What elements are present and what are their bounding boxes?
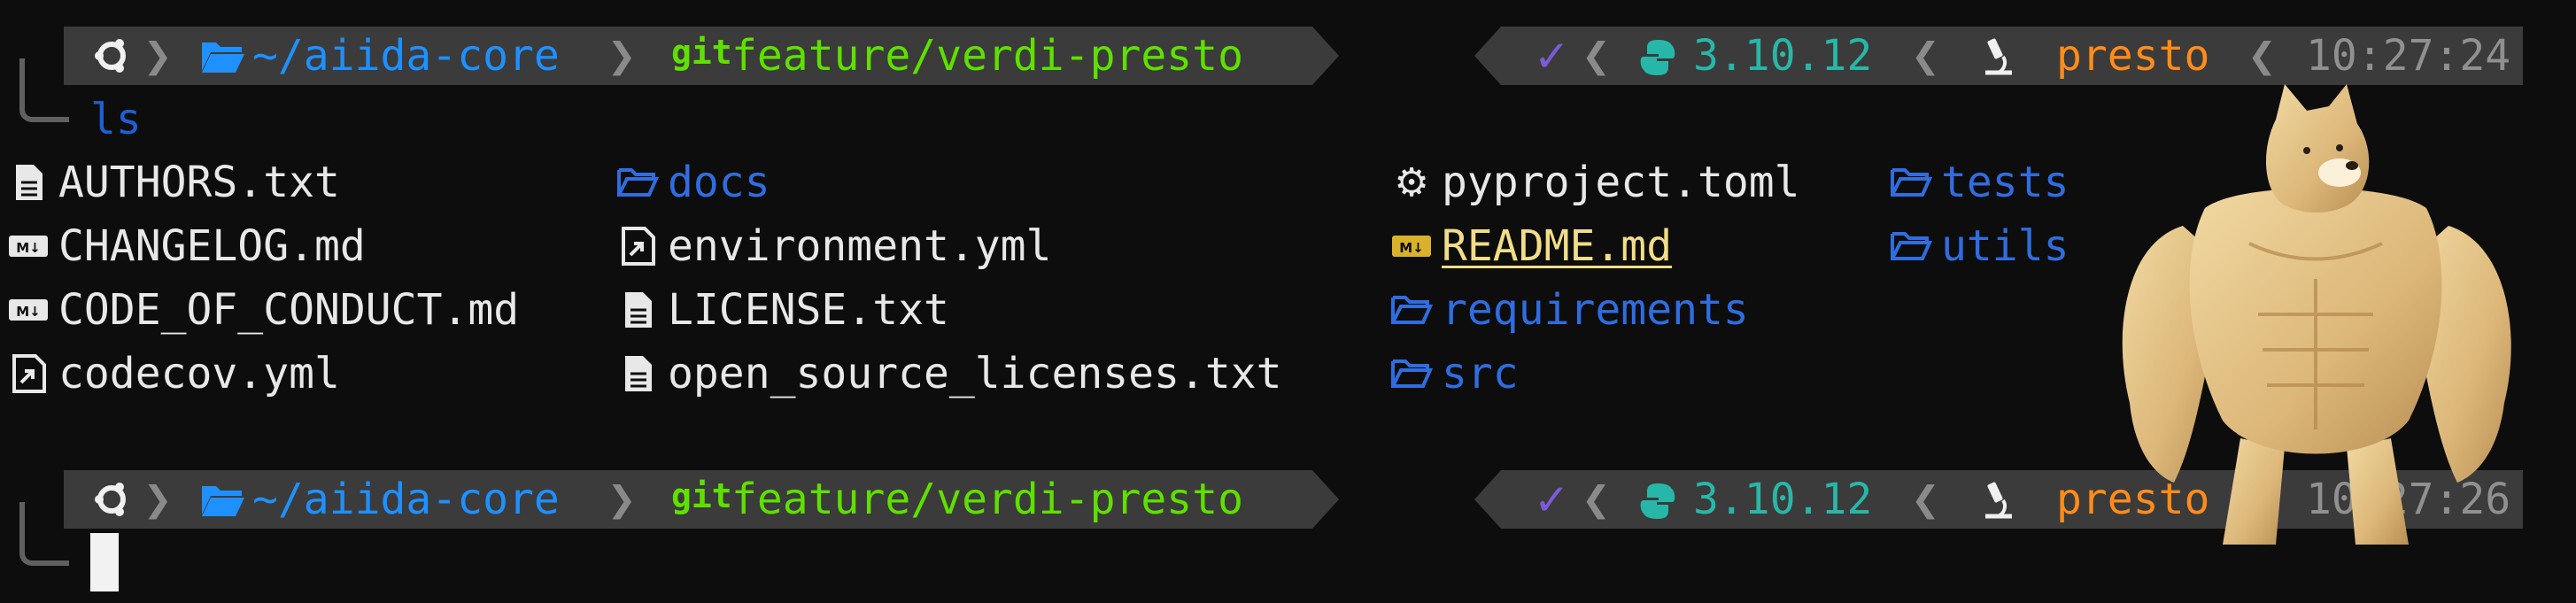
file-name: AUTHORS.txt xyxy=(58,158,340,207)
folder-open-icon xyxy=(202,486,244,516)
markdown-icon: M↓ xyxy=(9,299,48,321)
segment-separator: ❮ xyxy=(1911,471,1940,527)
svg-text:M↓: M↓ xyxy=(16,304,41,320)
file-name: tests xyxy=(1941,158,2069,207)
folder-open-icon xyxy=(1391,296,1433,324)
file-readme[interactable]: M↓ README.md xyxy=(1390,221,1672,271)
folder-open-icon xyxy=(1891,232,1932,260)
file-code-of-conduct[interactable]: M↓ CODE_OF_CONDUCT.md xyxy=(7,285,519,335)
prompt-connector xyxy=(19,502,69,566)
buff-doge-sticker xyxy=(2122,84,2511,545)
prompt-time: 10:27:24 xyxy=(2306,31,2511,81)
command-text: ls xyxy=(90,95,142,144)
yaml-file-icon xyxy=(622,227,655,266)
microscope-icon xyxy=(1985,38,2012,75)
folder-tests[interactable]: tests xyxy=(1890,158,2069,207)
file-name: LICENSE.txt xyxy=(668,285,949,335)
file-name: environment.yml xyxy=(668,221,1052,271)
terminal-cursor[interactable] xyxy=(90,533,119,591)
segment-separator: ❯ xyxy=(607,471,637,527)
markdown-icon: M↓ xyxy=(1392,236,1431,257)
segment-separator: ❮ xyxy=(1582,471,1611,527)
python-version: 3.10.12 xyxy=(1693,475,1873,524)
file-name: src xyxy=(1442,349,1519,398)
file-license[interactable]: LICENSE.txt xyxy=(616,285,949,335)
file-open-source-licenses[interactable]: open_source_licenses.txt xyxy=(616,349,1282,398)
prompt-connector xyxy=(19,58,69,122)
python-icon xyxy=(1640,40,1675,75)
env-name: presto xyxy=(2056,31,2210,81)
folder-src[interactable]: src xyxy=(1390,349,1519,398)
file-authors[interactable]: AUTHORS.txt xyxy=(7,158,340,207)
folder-utils[interactable]: utils xyxy=(1890,221,2069,271)
segment-separator: ❮ xyxy=(1911,27,1940,83)
file-environment[interactable]: environment.yml xyxy=(616,221,1051,271)
file-name: README.md xyxy=(1442,221,1673,271)
yaml-file-icon xyxy=(12,354,46,393)
file-name: utils xyxy=(1941,221,2069,271)
segment-separator: ❯ xyxy=(143,471,173,527)
file-name: pyproject.toml xyxy=(1442,158,1800,207)
file-name: docs xyxy=(668,158,770,207)
python-version: 3.10.12 xyxy=(1693,31,1873,81)
segment-separator: ❯ xyxy=(607,27,637,83)
file-pyproject[interactable]: ⚙ pyproject.toml xyxy=(1390,158,1800,207)
segment-separator: ❮ xyxy=(1582,27,1611,83)
status-check-icon: ✓ xyxy=(1536,470,1566,528)
markdown-icon: M↓ xyxy=(9,236,48,257)
text-file-icon xyxy=(625,292,652,328)
text-file-icon xyxy=(16,165,43,200)
file-name: requirements xyxy=(1442,285,1749,335)
git-branch: feature/verdi-presto xyxy=(731,31,1243,81)
git-icon: git xyxy=(671,33,732,72)
segment-separator: ❯ xyxy=(143,27,173,83)
file-name: CHANGELOG.md xyxy=(58,221,366,271)
folder-open-icon xyxy=(1891,168,1932,197)
prompt-path: ~/aiida-core xyxy=(252,31,560,81)
text-file-icon xyxy=(625,356,652,391)
microscope-icon xyxy=(1985,482,2012,519)
svg-text:M↓: M↓ xyxy=(1399,240,1424,256)
folder-open-icon xyxy=(202,43,244,73)
file-name: open_source_licenses.txt xyxy=(668,349,1282,398)
status-check-icon: ✓ xyxy=(1536,27,1566,84)
folder-open-icon xyxy=(617,168,659,197)
git-branch: feature/verdi-presto xyxy=(731,475,1243,524)
linux-os-icon xyxy=(95,39,126,73)
folder-open-icon xyxy=(1391,359,1433,388)
file-name: codecov.yml xyxy=(58,349,340,398)
folder-requirements[interactable]: requirements xyxy=(1390,285,1749,335)
file-changelog[interactable]: M↓ CHANGELOG.md xyxy=(7,221,366,271)
git-icon: git xyxy=(671,476,732,515)
python-icon xyxy=(1640,483,1675,519)
linux-os-icon xyxy=(95,483,126,516)
prompt-path: ~/aiida-core xyxy=(252,475,560,524)
gear-icon: ⚙ xyxy=(1394,159,1429,205)
file-codecov[interactable]: codecov.yml xyxy=(7,349,340,398)
folder-docs[interactable]: docs xyxy=(616,158,770,207)
segment-separator: ❮ xyxy=(2247,27,2277,83)
svg-text:M↓: M↓ xyxy=(16,240,41,256)
file-name: CODE_OF_CONDUCT.md xyxy=(58,285,520,335)
